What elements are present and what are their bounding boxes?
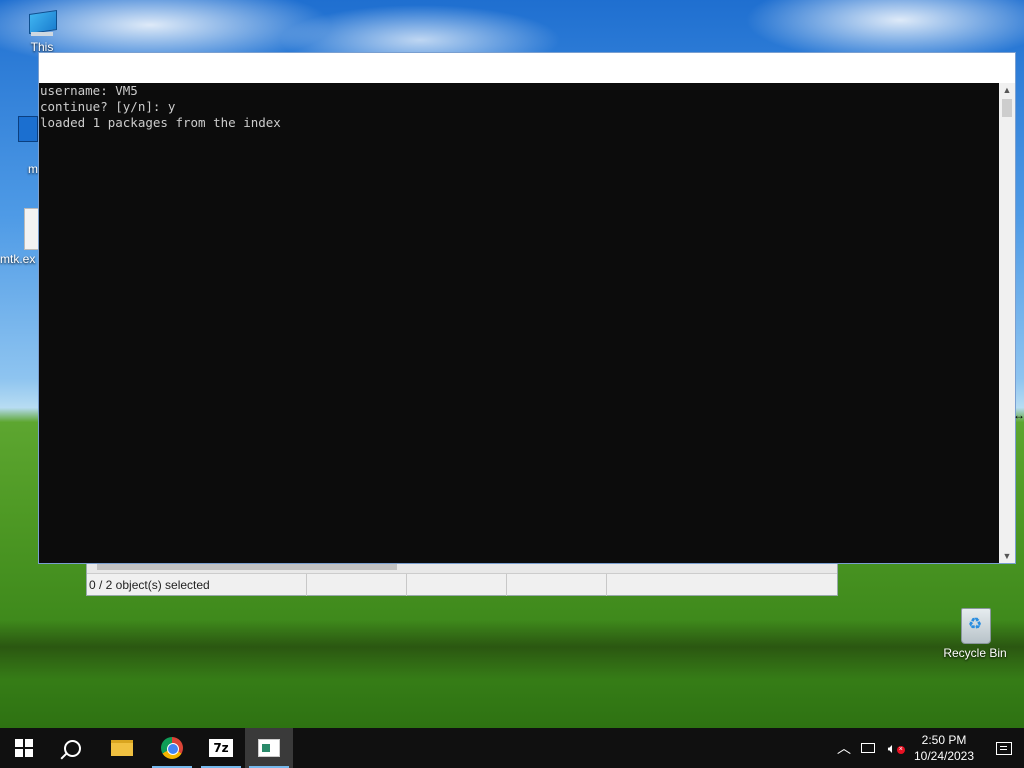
network-icon — [861, 743, 875, 753]
desktop-icon-mtk[interactable]: mtk.ex — [0, 208, 40, 266]
chrome-icon — [161, 737, 183, 759]
notification-icon — [996, 741, 1012, 755]
background-7zip-window[interactable]: 0 / 2 object(s) selected — [86, 560, 838, 596]
wallpaper-shade — [0, 620, 1024, 680]
show-hidden-icons-button[interactable]: ︿ — [832, 728, 856, 768]
clock-time: 2:50 PM — [921, 733, 967, 747]
scroll-up-arrow-icon[interactable]: ▲ — [999, 83, 1015, 97]
search-icon — [63, 739, 81, 757]
taskbar-chrome[interactable] — [148, 728, 196, 768]
desktop-icon-recycle-bin[interactable]: ♻ Recycle Bin — [938, 604, 1012, 660]
computer-icon — [27, 10, 57, 38]
clock-date: 10/24/2023 — [913, 749, 975, 763]
recycle-bin-icon: ♻ — [958, 604, 992, 644]
status-bar: 0 / 2 object(s) selected — [87, 574, 837, 596]
desktop-icon-this-pc[interactable]: This — [12, 10, 72, 54]
scrollbar-thumb[interactable] — [97, 563, 397, 570]
console-output[interactable]: username: VM5 continue? [y/n]: y loaded … — [39, 83, 999, 563]
status-cell — [307, 574, 407, 596]
7zip-icon: 7z — [209, 739, 233, 757]
search-button[interactable] — [48, 728, 96, 768]
status-selected-text: 0 / 2 object(s) selected — [87, 574, 307, 596]
status-cell — [507, 574, 607, 596]
windows-start-icon — [15, 739, 33, 757]
taskbar-7zip[interactable]: 7z — [197, 728, 245, 768]
console-line: continue? [y/n]: y — [40, 99, 176, 114]
desktop-icon-label: m — [28, 162, 38, 176]
vertical-scrollbar[interactable]: ▲ ▼ — [999, 83, 1015, 563]
scrollbar-thumb[interactable] — [1002, 99, 1012, 117]
volume-muted-icon: 🔈︎ × — [887, 739, 905, 756]
taskbar: 7z ︿ 🔈︎ × 2:50 PM 10/24/2023 — [0, 728, 1024, 768]
action-center-button[interactable] — [984, 728, 1024, 768]
console-line: username: VM5 — [40, 83, 138, 98]
console-title-bar[interactable] — [39, 53, 1015, 83]
console-window[interactable]: username: VM5 continue? [y/n]: y loaded … — [38, 52, 1016, 564]
chevron-up-icon: ︿ — [837, 740, 851, 756]
desktop-icon-label: Recycle Bin — [943, 646, 1007, 660]
status-cell — [407, 574, 507, 596]
taskbar-file-explorer[interactable] — [98, 728, 146, 768]
desktop-icon-m[interactable]: m — [0, 116, 40, 176]
volume-button[interactable]: 🔈︎ × — [880, 728, 905, 768]
clock[interactable]: 2:50 PM 10/24/2023 — [904, 732, 984, 764]
document-icon — [18, 116, 38, 142]
file-explorer-icon — [111, 740, 133, 756]
console-app-icon — [258, 739, 280, 757]
scroll-down-arrow-icon[interactable]: ▼ — [999, 549, 1015, 563]
desktop-icon-label: mtk.ex — [0, 252, 36, 266]
taskbar-console-app[interactable] — [245, 728, 293, 768]
network-button[interactable] — [856, 728, 880, 768]
resize-cursor-icon: ↔ — [1013, 408, 1024, 422]
start-button[interactable] — [0, 728, 48, 768]
system-tray: ︿ 🔈︎ × 2:50 PM 10/24/2023 — [832, 728, 1024, 768]
console-line: loaded 1 packages from the index — [40, 115, 281, 130]
